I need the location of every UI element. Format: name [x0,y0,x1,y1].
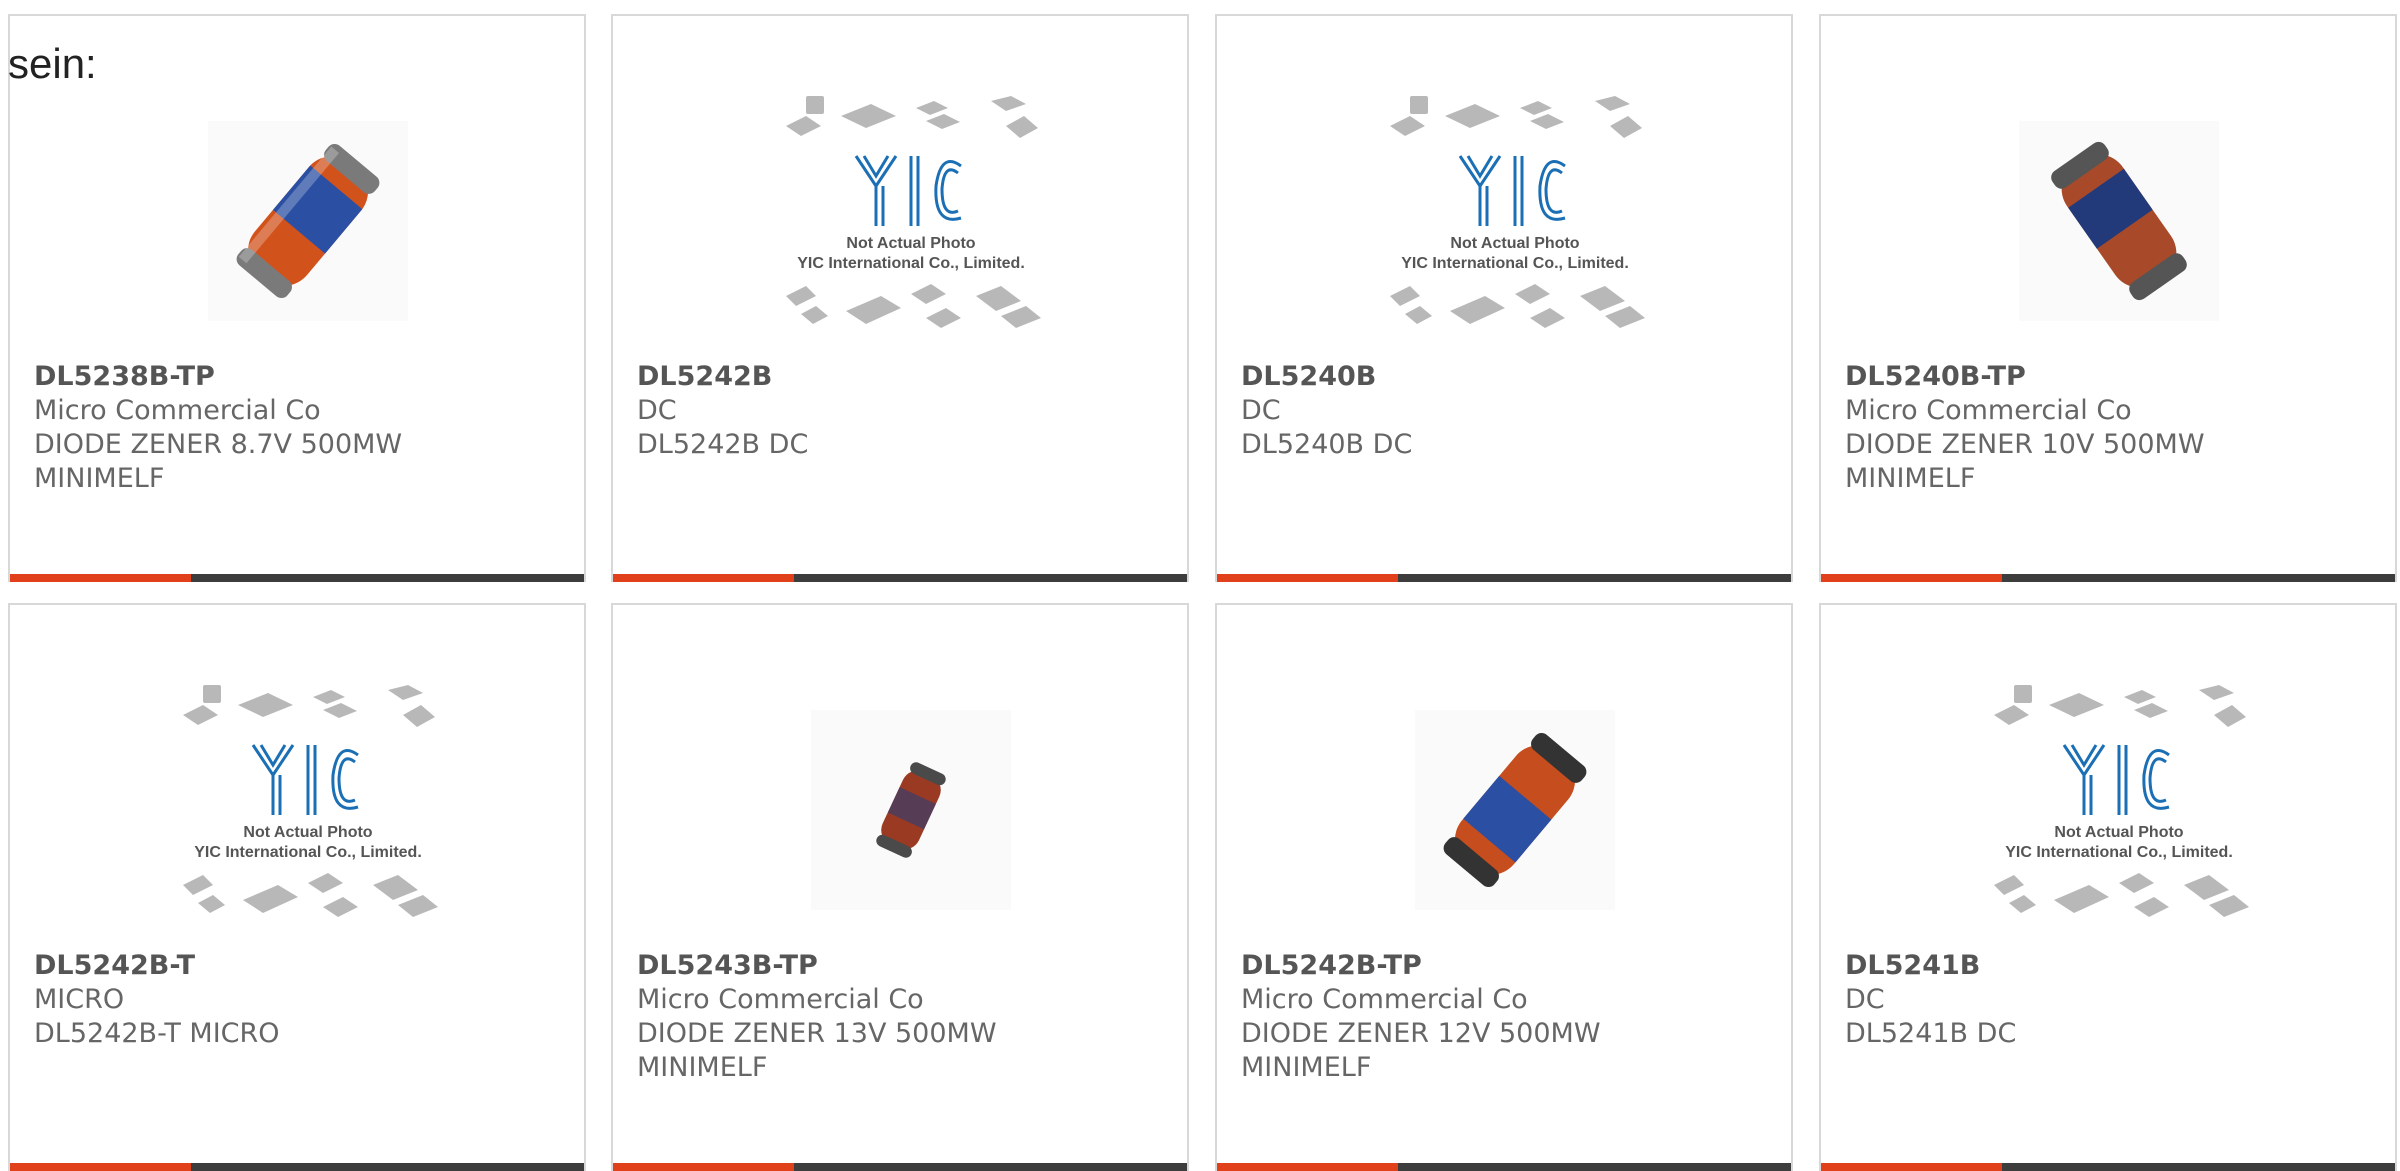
product-card[interactable]: Not Actual Photo YIC International Co., … [8,603,586,1171]
manufacturer: DC [637,395,677,426]
card-bar [1217,574,1791,582]
product-grid: DL5238B-TP Micro Commercial Co DIODE ZEN… [0,0,2400,1171]
yic-placeholder-icon: Not Actual Photo YIC International Co., … [786,96,1041,328]
manufacturer: DC [1241,395,1281,426]
manufacturer: Micro Commercial Co [1845,395,2132,426]
product-card[interactable]: DL5243B-TP Micro Commercial Co DIODE ZEN… [611,603,1189,1171]
product-image[interactable]: Not Actual Photo YIC International Co., … [1375,91,1655,351]
card-bar [1821,1163,2395,1171]
diode-icon [1415,710,1615,910]
placeholder-company: YIC International Co., Limited. [1401,255,1629,272]
part-number[interactable]: DL5242B [637,360,1177,394]
placeholder-caption: Not Actual Photo [1450,235,1579,252]
product-card[interactable]: DL5240B-TP Micro Commercial Co DIODE ZEN… [1819,14,2397,582]
manufacturer: Micro Commercial Co [34,395,321,426]
product-image[interactable] [771,680,1051,940]
diode-icon [208,121,408,321]
yic-placeholder-icon: Not Actual Photo YIC International Co., … [183,685,438,917]
description: DL5241B DC [1845,1018,2017,1049]
part-number[interactable]: DL5242B-TP [1241,949,1781,983]
card-bar [10,574,584,582]
product-card[interactable]: Not Actual Photo YIC International Co., … [611,14,1189,582]
product-card[interactable]: DL5242B-TP Micro Commercial Co DIODE ZEN… [1215,603,1793,1171]
part-number[interactable]: DL5241B [1845,949,2385,983]
yic-placeholder-icon: Not Actual Photo YIC International Co., … [1994,685,2249,917]
placeholder-caption: Not Actual Photo [243,824,372,841]
description: DL5240B DC [1241,429,1413,460]
card-bar [613,1163,1187,1171]
product-card[interactable]: DL5238B-TP Micro Commercial Co DIODE ZEN… [8,14,586,582]
part-number[interactable]: DL5240B [1241,360,1781,394]
card-bar [1217,1163,1791,1171]
product-image[interactable]: Not Actual Photo YIC International Co., … [771,91,1051,351]
card-bar [10,1163,584,1171]
description: DIODE ZENER 8.7V 500MW [34,429,403,460]
part-number[interactable]: DL5240B-TP [1845,360,2385,394]
product-image[interactable]: Not Actual Photo YIC International Co., … [1979,680,2259,940]
placeholder-caption: Not Actual Photo [2054,824,2183,841]
manufacturer: Micro Commercial Co [637,984,924,1015]
card-bar [613,574,1187,582]
card-bar [1821,574,2395,582]
description: DIODE ZENER 13V 500MW [637,1018,997,1049]
diode-icon [811,710,1011,910]
manufacturer: Micro Commercial Co [1241,984,1528,1015]
product-card[interactable]: Not Actual Photo YIC International Co., … [1819,603,2397,1171]
description: DIODE ZENER 10V 500MW [1845,429,2205,460]
description: DL5242B DC [637,429,809,460]
package: MINIMELF [34,463,165,494]
product-image[interactable] [1979,91,2259,351]
placeholder-company: YIC International Co., Limited. [2005,844,2233,861]
placeholder-company: YIC International Co., Limited. [194,844,422,861]
yic-placeholder-icon: Not Actual Photo YIC International Co., … [1390,96,1645,328]
product-card[interactable]: Not Actual Photo YIC International Co., … [1215,14,1793,582]
placeholder-company: YIC International Co., Limited. [797,255,1025,272]
package: MINIMELF [637,1052,768,1083]
product-image[interactable] [1375,680,1655,940]
product-image[interactable] [168,91,448,351]
package: MINIMELF [1241,1052,1372,1083]
manufacturer: DC [1845,984,1885,1015]
part-number[interactable]: DL5242B-T [34,949,574,983]
description: DIODE ZENER 12V 500MW [1241,1018,1601,1049]
diode-icon [2019,121,2219,321]
manufacturer: MICRO [34,984,125,1015]
placeholder-caption: Not Actual Photo [846,235,975,252]
intro-text: sein: [8,40,97,87]
product-image[interactable]: Not Actual Photo YIC International Co., … [168,680,448,940]
package: MINIMELF [1845,463,1976,494]
part-number[interactable]: DL5238B-TP [34,360,574,394]
description: DL5242B-T MICRO [34,1018,280,1049]
part-number[interactable]: DL5243B-TP [637,949,1177,983]
